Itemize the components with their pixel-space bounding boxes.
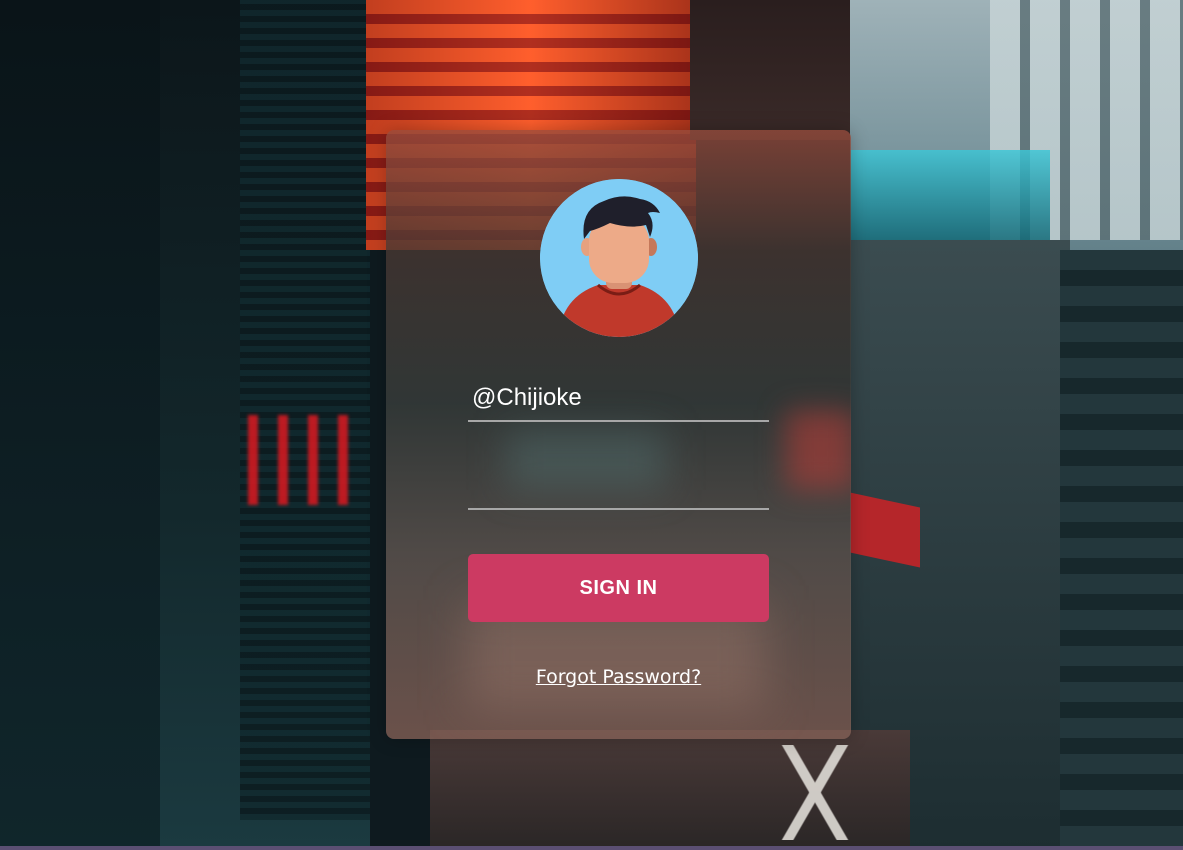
background-red-lights bbox=[248, 415, 368, 505]
password-input[interactable] bbox=[468, 470, 769, 510]
background-teal-glow bbox=[850, 150, 1050, 240]
avatar-illustration bbox=[540, 179, 698, 337]
user-avatar-icon bbox=[540, 179, 698, 337]
bottom-strip bbox=[0, 846, 1183, 850]
card-blur-spot bbox=[786, 410, 851, 490]
background-building-edge bbox=[240, 0, 370, 820]
background-crosswalk bbox=[760, 745, 870, 840]
sign-in-button[interactable]: SIGN IN bbox=[468, 554, 769, 622]
background-mid-tower bbox=[690, 0, 860, 140]
forgot-password-link[interactable]: Forgot Password? bbox=[386, 666, 851, 688]
login-card: SIGN IN Forgot Password? bbox=[386, 130, 851, 739]
username-input[interactable] bbox=[468, 382, 769, 422]
city-background: SIGN IN Forgot Password? bbox=[0, 0, 1183, 850]
background-building-right-lower bbox=[1060, 250, 1183, 850]
